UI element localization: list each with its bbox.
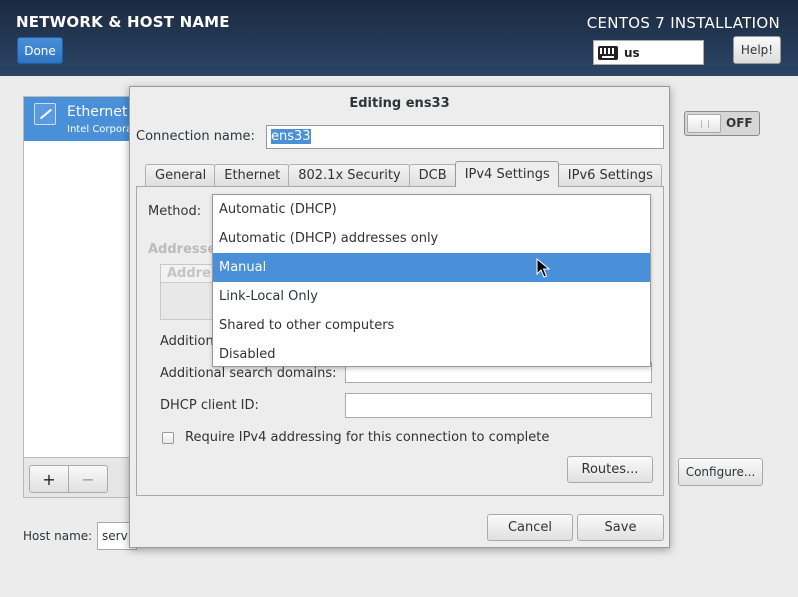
done-button[interactable]: Done	[17, 37, 63, 64]
addresses-table: Addre	[160, 264, 215, 320]
routes-button[interactable]: Routes...	[567, 456, 653, 483]
tab-general[interactable]: General	[145, 164, 216, 187]
help-button[interactable]: Help!	[733, 36, 781, 64]
tab-ipv6-settings[interactable]: IPv6 Settings	[557, 164, 662, 187]
mouse-cursor-icon	[536, 258, 550, 278]
ethernet-icon	[34, 103, 56, 125]
dhcp-client-id-input[interactable]	[345, 393, 652, 418]
method-option-disabled[interactable]: Disabled	[213, 340, 650, 369]
method-option-shared[interactable]: Shared to other computers	[213, 311, 650, 340]
tab-ipv4-settings[interactable]: IPv4 Settings	[454, 161, 559, 187]
hostname-label: Host name:	[23, 529, 93, 543]
cancel-button[interactable]: Cancel	[487, 514, 573, 541]
add-device-button[interactable]: +	[29, 465, 69, 493]
device-list-toolbar: + −	[23, 457, 133, 498]
method-option-link-local[interactable]: Link-Local Only	[213, 282, 650, 311]
page-title: NETWORK & HOST NAME	[16, 13, 230, 31]
remove-device-button[interactable]: −	[68, 465, 108, 493]
tab-dcb[interactable]: DCB	[408, 164, 456, 187]
method-dropdown-menu: Automatic (DHCP) Automatic (DHCP) addres…	[212, 194, 651, 367]
additional-dns-label: Addition	[160, 334, 214, 349]
installation-title: CENTOS 7 INSTALLATION	[586, 14, 780, 32]
top-header: NETWORK & HOST NAME Done CENTOS 7 INSTAL…	[0, 0, 798, 76]
method-option-automatic-dhcp[interactable]: Automatic (DHCP)	[213, 195, 650, 224]
method-label: Method:	[148, 204, 202, 219]
require-ipv4-checkbox[interactable]	[162, 432, 174, 444]
toggle-label: OFF	[726, 116, 753, 130]
device-item-ethernet[interactable]: Ethernet Intel Corpora	[24, 97, 132, 141]
device-list: Ethernet Intel Corpora	[23, 96, 133, 498]
tab-ethernet[interactable]: Ethernet	[214, 164, 290, 187]
dhcp-client-id-label: DHCP client ID:	[160, 398, 259, 413]
require-ipv4-label: Require IPv4 addressing for this connect…	[185, 430, 550, 445]
save-button[interactable]: Save	[577, 514, 664, 541]
addresses-column-header: Addre	[161, 265, 214, 283]
connection-name-value: ens33	[271, 129, 311, 144]
keyboard-layout-indicator[interactable]: us	[593, 40, 704, 65]
connection-name-input[interactable]: ens33	[266, 125, 664, 149]
addresses-header: Addresse	[148, 242, 217, 257]
connection-toggle[interactable]: OFF	[684, 111, 760, 136]
tab-8021x-security[interactable]: 802.1x Security	[288, 164, 410, 187]
device-name: Ethernet	[67, 104, 128, 120]
method-option-dhcp-addresses-only[interactable]: Automatic (DHCP) addresses only	[213, 224, 650, 253]
toggle-knob	[687, 114, 721, 133]
keyboard-layout-label: us	[624, 45, 640, 60]
tab-bar: General Ethernet 802.1x Security DCB IPv…	[145, 161, 662, 187]
dialog-title: Editing ens33	[349, 96, 450, 111]
method-option-manual[interactable]: Manual	[213, 253, 650, 282]
configure-button[interactable]: Configure...	[678, 458, 763, 486]
keyboard-icon	[598, 45, 618, 60]
device-subtitle: Intel Corpora	[67, 124, 133, 135]
connection-name-label: Connection name:	[136, 129, 255, 144]
